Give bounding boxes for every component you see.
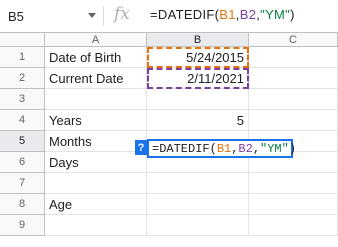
cell-a8[interactable]: Age [45, 194, 147, 215]
cell-c7[interactable] [249, 173, 338, 194]
cell-a5[interactable]: Months [45, 131, 147, 152]
cell-b4[interactable]: 5 [147, 110, 249, 131]
cell-c1[interactable] [249, 47, 338, 68]
select-all-corner[interactable] [0, 33, 45, 47]
editor-token: ) [288, 141, 297, 156]
cell-c8[interactable] [249, 194, 338, 215]
editor-token: "YM" [260, 141, 289, 156]
row-header-8[interactable]: 8 [0, 194, 45, 215]
formula-help-icon[interactable]: ? [135, 140, 147, 155]
row-header-6[interactable]: 6 [0, 152, 45, 173]
cell-b8[interactable] [147, 194, 249, 215]
name-box-value: B5 [8, 8, 24, 24]
editor-token: , [252, 141, 261, 156]
formula-token: =DATEDIF( [150, 7, 220, 22]
editor-token: , [231, 141, 239, 156]
editor-token: B1 [216, 141, 232, 156]
column-header-a[interactable]: A [45, 33, 147, 47]
editor-token: =DATEDIF( [152, 141, 217, 156]
cell-a6[interactable]: Days [45, 152, 147, 173]
cell-a4[interactable]: Years [45, 110, 147, 131]
column-header-b[interactable]: B [147, 33, 249, 47]
cell-c9[interactable] [249, 215, 338, 236]
row-header-7[interactable]: 7 [0, 173, 45, 194]
fx-icon: fx [114, 4, 130, 24]
formula-token: B2 [239, 7, 257, 22]
formula-bar: B5 fx =DATEDIF(B1,B2,"YM") [0, 0, 338, 33]
formula-token: B1 [219, 7, 236, 22]
row-header-2[interactable]: 2 [0, 68, 45, 89]
column-header-c[interactable]: C [249, 33, 338, 47]
cell-c3[interactable] [249, 89, 338, 110]
row-header-3[interactable]: 3 [0, 89, 45, 110]
cell-c2[interactable] [249, 68, 338, 89]
cell-a3[interactable] [45, 89, 147, 110]
cell-b7[interactable] [147, 173, 249, 194]
cell-a7[interactable] [45, 173, 147, 194]
row-header-5[interactable]: 5 [0, 131, 45, 152]
chevron-down-icon[interactable] [88, 13, 96, 18]
cell-b9[interactable] [147, 215, 249, 236]
formula-token: ) [290, 7, 295, 22]
formula-input[interactable]: =DATEDIF(B1,B2,"YM") [150, 7, 295, 22]
reference-highlight-b2 [147, 68, 249, 89]
editor-token: B2 [238, 141, 253, 156]
reference-highlight-b1 [147, 47, 249, 68]
cell-editor[interactable]: =DATEDIF(B1, B2, "YM") [147, 139, 297, 158]
row-header-1[interactable]: 1 [0, 47, 45, 68]
cell-a2[interactable]: Current Date [45, 68, 147, 89]
cell-b3[interactable] [147, 89, 249, 110]
row-header-9[interactable]: 9 [0, 215, 45, 236]
name-box[interactable]: B5 [0, 0, 100, 32]
formula-token: "YM" [260, 7, 291, 22]
formula-bar-divider [103, 6, 104, 26]
cell-a9[interactable] [45, 215, 147, 236]
cell-a1[interactable]: Date of Birth [45, 47, 147, 68]
cell-c4[interactable] [249, 110, 338, 131]
row-header-4[interactable]: 4 [0, 110, 45, 131]
